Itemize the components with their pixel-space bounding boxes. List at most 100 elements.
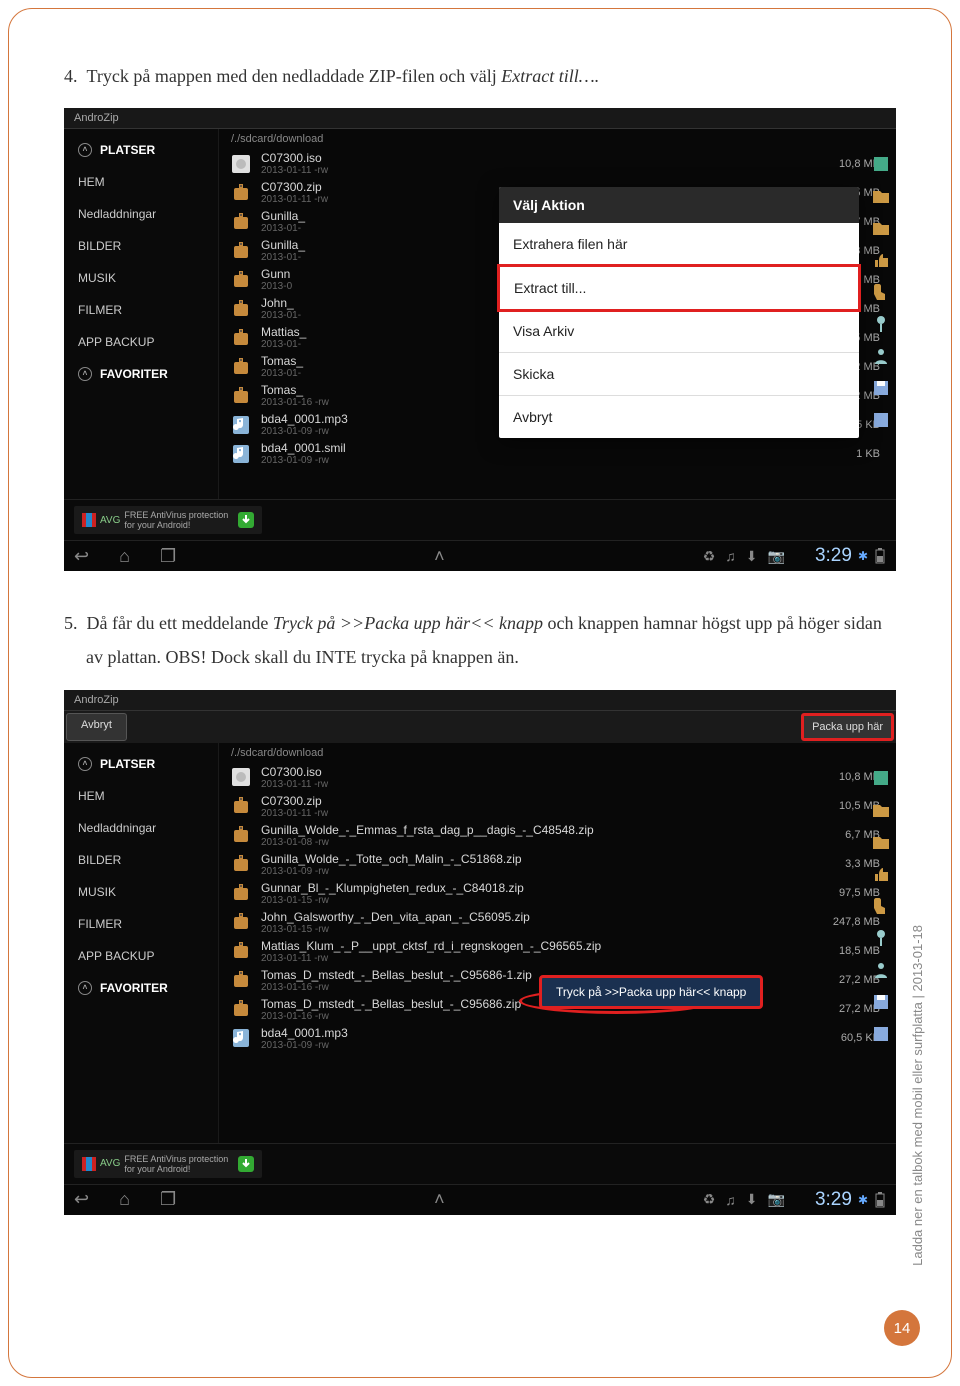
music-note-icon: ♫	[725, 548, 736, 564]
file-type-icon	[229, 181, 253, 205]
file-type-icon	[229, 910, 253, 934]
music-note-icon: ♫	[725, 1192, 736, 1208]
recycle-icon: ♻	[703, 1191, 716, 1208]
dialog-extract-here[interactable]: Extrahera filen här	[499, 223, 859, 266]
sidebar-favoriter[interactable]: ˄FAVORITER	[64, 972, 218, 1004]
extract-here-button[interactable]: Packa upp här	[801, 713, 894, 741]
dialog-send[interactable]: Skicka	[499, 353, 859, 396]
file-name: Gunnar_Bl_-_Klumpigheten_redux_-_C84018.…	[261, 881, 839, 895]
file-type-icon	[229, 881, 253, 905]
dialog-cancel[interactable]: Avbryt	[499, 396, 859, 438]
file-type-icon	[229, 939, 253, 963]
back-icon[interactable]: ↩	[74, 1189, 89, 1210]
dialog-view-archive[interactable]: Visa Arkiv	[499, 310, 859, 353]
thumbs-up-icon	[871, 250, 891, 270]
recent-icon[interactable]: ❐	[160, 546, 176, 567]
file-date: 2013-01-11 -rw	[261, 953, 839, 964]
sidebar-hem[interactable]: HEM	[64, 780, 218, 812]
sidebar-favoriter[interactable]: ˄FAVORITER	[64, 358, 218, 390]
hand-icon	[871, 282, 891, 302]
file-row[interactable]: C07300.iso2013-01-11 -rw10,8 MB	[219, 763, 896, 792]
page-number: 14	[884, 1310, 920, 1346]
file-name: John_Galsworthy_-_Den_vita_apan_-_C56095…	[261, 910, 833, 924]
file-date: 2013-01-11 -rw	[261, 165, 839, 176]
back-icon[interactable]: ↩	[74, 546, 89, 567]
file-type-icon	[229, 152, 253, 176]
file-row[interactable]: Gunilla_Wolde_-_Totte_och_Malin_-_C51868…	[219, 850, 896, 879]
file-type-icon	[229, 239, 253, 263]
file-name: C07300.iso	[261, 765, 839, 779]
file-date: 2013-01-09 -rw	[261, 866, 845, 877]
pin-icon	[871, 928, 891, 948]
sidebar-appbackup[interactable]: APP BACKUP	[64, 940, 218, 972]
file-name: bda4_0001.mp3	[261, 1026, 841, 1040]
sidebar-platser[interactable]: ˄PLATSER	[64, 748, 218, 780]
up-caret-icon[interactable]: ˄	[434, 1189, 445, 1210]
path-bar: /./sdcard/download	[219, 743, 896, 763]
file-date: 2013-01-08 -rw	[261, 837, 845, 848]
person-icon	[871, 346, 891, 366]
home-icon[interactable]: ⌂	[119, 546, 130, 567]
file-type-icon	[229, 997, 253, 1021]
disk-icon	[871, 410, 891, 430]
pin-icon	[871, 314, 891, 334]
file-name: bda4_0001.smil	[261, 441, 856, 455]
sidebar-filmer[interactable]: FILMER	[64, 294, 218, 326]
file-type-icon	[229, 297, 253, 321]
dialog-extract-to[interactable]: Extract till...	[497, 264, 861, 312]
avg-ad[interactable]: AVG FREE AntiVirus protectionfor your An…	[74, 506, 262, 534]
file-type-icon	[229, 384, 253, 408]
cancel-button[interactable]: Avbryt	[66, 713, 127, 741]
file-type-icon	[229, 823, 253, 847]
file-type-icon	[229, 355, 253, 379]
sidebar-filmer[interactable]: FILMER	[64, 908, 218, 940]
file-row[interactable]: Gunilla_Wolde_-_Emmas_f_rsta_dag_p__dagi…	[219, 821, 896, 850]
battery-icon	[874, 548, 886, 564]
file-listing: /./sdcard/download C07300.iso2013-01-11 …	[219, 129, 896, 499]
file-size: 1 KB	[856, 448, 880, 460]
sidebar-bilder[interactable]: BILDER	[64, 230, 218, 262]
save-icon	[871, 378, 891, 398]
file-date: 2013-01-16 -rw	[261, 1011, 839, 1022]
download-status-icon: ⬇	[746, 1191, 758, 1208]
file-date: 2013-01-09 -rw	[261, 455, 856, 466]
file-row[interactable]: bda4_0001.smil2013-01-09 -rw1 KB	[219, 439, 896, 468]
file-date: 2013-01-11 -rw	[261, 808, 839, 819]
file-type-icon	[229, 442, 253, 466]
file-row[interactable]: Mattias_Klum_-_P__uppt_cktsf_rd_i_regnsk…	[219, 937, 896, 966]
file-row[interactable]: Gunnar_Bl_-_Klumpigheten_redux_-_C84018.…	[219, 879, 896, 908]
download-status-icon: ⬇	[746, 548, 758, 565]
instruction-step-4: 4. Tryck på mappen med den nedladdade ZI…	[86, 59, 896, 93]
sd-card-icon	[871, 154, 891, 174]
action-dialog: Välj Aktion Extrahera filen här Extract …	[499, 187, 859, 438]
sidebar-hem[interactable]: HEM	[64, 166, 218, 198]
sidebar-nedladdningar[interactable]: Nedladdningar	[64, 198, 218, 230]
sidebar-musik[interactable]: MUSIK	[64, 262, 218, 294]
file-date: 2013-01-09 -rw	[261, 1040, 841, 1051]
file-name: C07300.iso	[261, 151, 839, 165]
recent-icon[interactable]: ❐	[160, 1189, 176, 1210]
clock: 3:29 ✱	[815, 545, 886, 567]
file-type-icon	[229, 413, 253, 437]
file-row[interactable]: John_Galsworthy_-_Den_vita_apan_-_C56095…	[219, 908, 896, 937]
file-listing: /./sdcard/download C07300.iso2013-01-11 …	[219, 743, 896, 1143]
up-caret-icon[interactable]: ˄	[434, 546, 445, 567]
footer-side-text: Ladda ner en talbok med mobil eller surf…	[910, 925, 925, 1266]
sidebar-bilder[interactable]: BILDER	[64, 844, 218, 876]
file-row[interactable]: C07300.zip2013-01-11 -rw10,5 MB	[219, 792, 896, 821]
sidebar-platser[interactable]: ˄PLATSER	[64, 134, 218, 166]
sidebar-nedladdningar[interactable]: Nedladdningar	[64, 812, 218, 844]
file-name: Gunilla_Wolde_-_Emmas_f_rsta_dag_p__dagi…	[261, 823, 845, 837]
sidebar: ˄PLATSER HEM Nedladdningar BILDER MUSIK …	[64, 129, 219, 499]
file-row[interactable]: C07300.iso2013-01-11 -rw10,8 MB	[219, 149, 896, 178]
sidebar-appbackup[interactable]: APP BACKUP	[64, 326, 218, 358]
file-type-icon	[229, 1026, 253, 1050]
sidebar-musik[interactable]: MUSIK	[64, 876, 218, 908]
file-type-icon	[229, 794, 253, 818]
file-date: 2013-01-15 -rw	[261, 924, 833, 935]
file-name: Gunilla_Wolde_-_Totte_och_Malin_-_C51868…	[261, 852, 845, 866]
avg-ad[interactable]: AVG FREE AntiVirus protectionfor your An…	[74, 1150, 262, 1178]
thumbs-up-icon	[871, 864, 891, 884]
file-row[interactable]: bda4_0001.mp32013-01-09 -rw60,5 KB	[219, 1024, 896, 1053]
home-icon[interactable]: ⌂	[119, 1189, 130, 1210]
